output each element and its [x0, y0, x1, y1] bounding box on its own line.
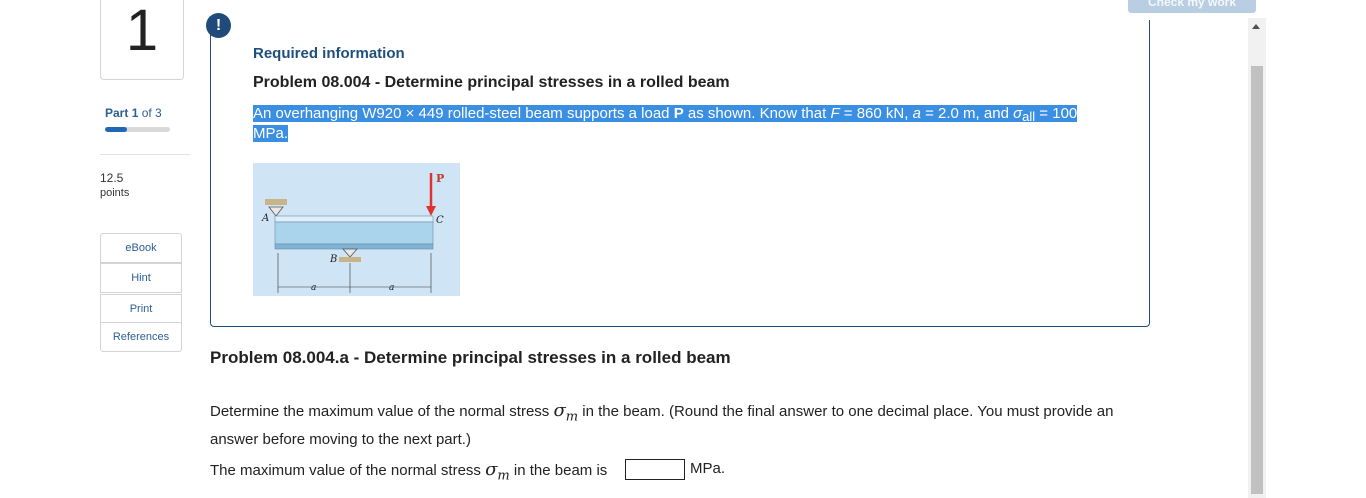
answer-sigma-glyph: σ	[485, 459, 498, 480]
answer-sigma-m-symbol: σm	[485, 459, 510, 484]
points-value: 12.5	[100, 171, 124, 185]
label-a-dim-2: a	[389, 283, 394, 293]
sigma-symbol: σ	[1013, 105, 1023, 122]
label-a-dim-1: a	[311, 283, 316, 293]
required-information-label: Required information	[253, 45, 405, 62]
check-my-work-button[interactable]: Check my work	[1128, 0, 1256, 13]
part-a-question: Determine the maximum value of the norma…	[210, 400, 1150, 451]
part-word: Part	[105, 106, 129, 120]
support-a-pin	[268, 206, 284, 217]
part-total: of 3	[141, 106, 162, 120]
question-number-box: 1	[100, 0, 184, 80]
answer-unit: MPa.	[690, 460, 726, 477]
beam-web	[274, 221, 434, 245]
sigma-subscript: all	[1022, 109, 1036, 124]
references-button[interactable]: References	[100, 322, 182, 352]
problem-statement: An overhanging W920 × 449 rolled-steel b…	[253, 104, 1093, 144]
scroll-up-icon[interactable]	[1252, 24, 1260, 29]
question-text-1: Determine the maximum value of the norma…	[210, 403, 554, 420]
sigma-m-symbol: σm	[553, 400, 578, 425]
answer-prefix: The maximum value of the normal stress	[210, 462, 486, 479]
sigma-glyph: σ	[553, 400, 566, 421]
force-value: = 860 kN,	[839, 105, 913, 122]
print-button[interactable]: Print	[100, 294, 182, 324]
hint-button[interactable]: Hint	[100, 263, 182, 293]
beam-flange-top	[274, 215, 434, 223]
problem-title: Problem 08.004 - Determine principal str…	[253, 74, 730, 91]
alert-icon: !	[206, 13, 231, 38]
label-p: P	[436, 172, 444, 185]
label-c: C	[436, 215, 444, 226]
beam-flange-bottom	[274, 243, 434, 250]
length-value: = 2.0 m, and	[920, 105, 1014, 122]
question-number: 1	[125, 0, 159, 63]
statement-text-2: as shown. Know that	[683, 105, 831, 122]
load-symbol: P	[673, 105, 684, 122]
part-a-title: Problem 08.004.a - Determine principal s…	[210, 348, 731, 367]
scrollbar-thumb[interactable]	[1251, 66, 1263, 494]
label-b: B	[329, 254, 337, 265]
answer-sigma-subscript: m	[497, 468, 510, 484]
answer-prompt: The maximum value of the normal stress σ…	[210, 459, 607, 484]
load-arrow-head	[426, 206, 436, 216]
part-current: 1	[131, 106, 139, 120]
beam-figure: A P C B a a	[253, 163, 460, 296]
force-symbol: F	[830, 105, 840, 122]
sigma-m-subscript: m	[565, 409, 579, 425]
support-b-block	[339, 257, 361, 262]
divider	[100, 154, 190, 155]
ebook-button[interactable]: eBook	[100, 233, 182, 263]
part-indicator: Part 1 of 3	[105, 106, 162, 120]
part-progress-bar	[105, 127, 170, 132]
answer-input[interactable]	[625, 459, 685, 480]
beam-diagram: A P C B a a	[261, 172, 444, 293]
statement-text-1: An overhanging W920 × 449 rolled-steel b…	[253, 105, 674, 122]
support-b-pin	[342, 248, 358, 258]
support-a-block	[265, 199, 287, 205]
points-label: points	[100, 187, 130, 199]
label-a: A	[261, 213, 269, 224]
answer-mid: in the beam is	[509, 462, 608, 479]
part-progress-fill	[105, 127, 127, 132]
length-symbol: a	[912, 105, 921, 122]
